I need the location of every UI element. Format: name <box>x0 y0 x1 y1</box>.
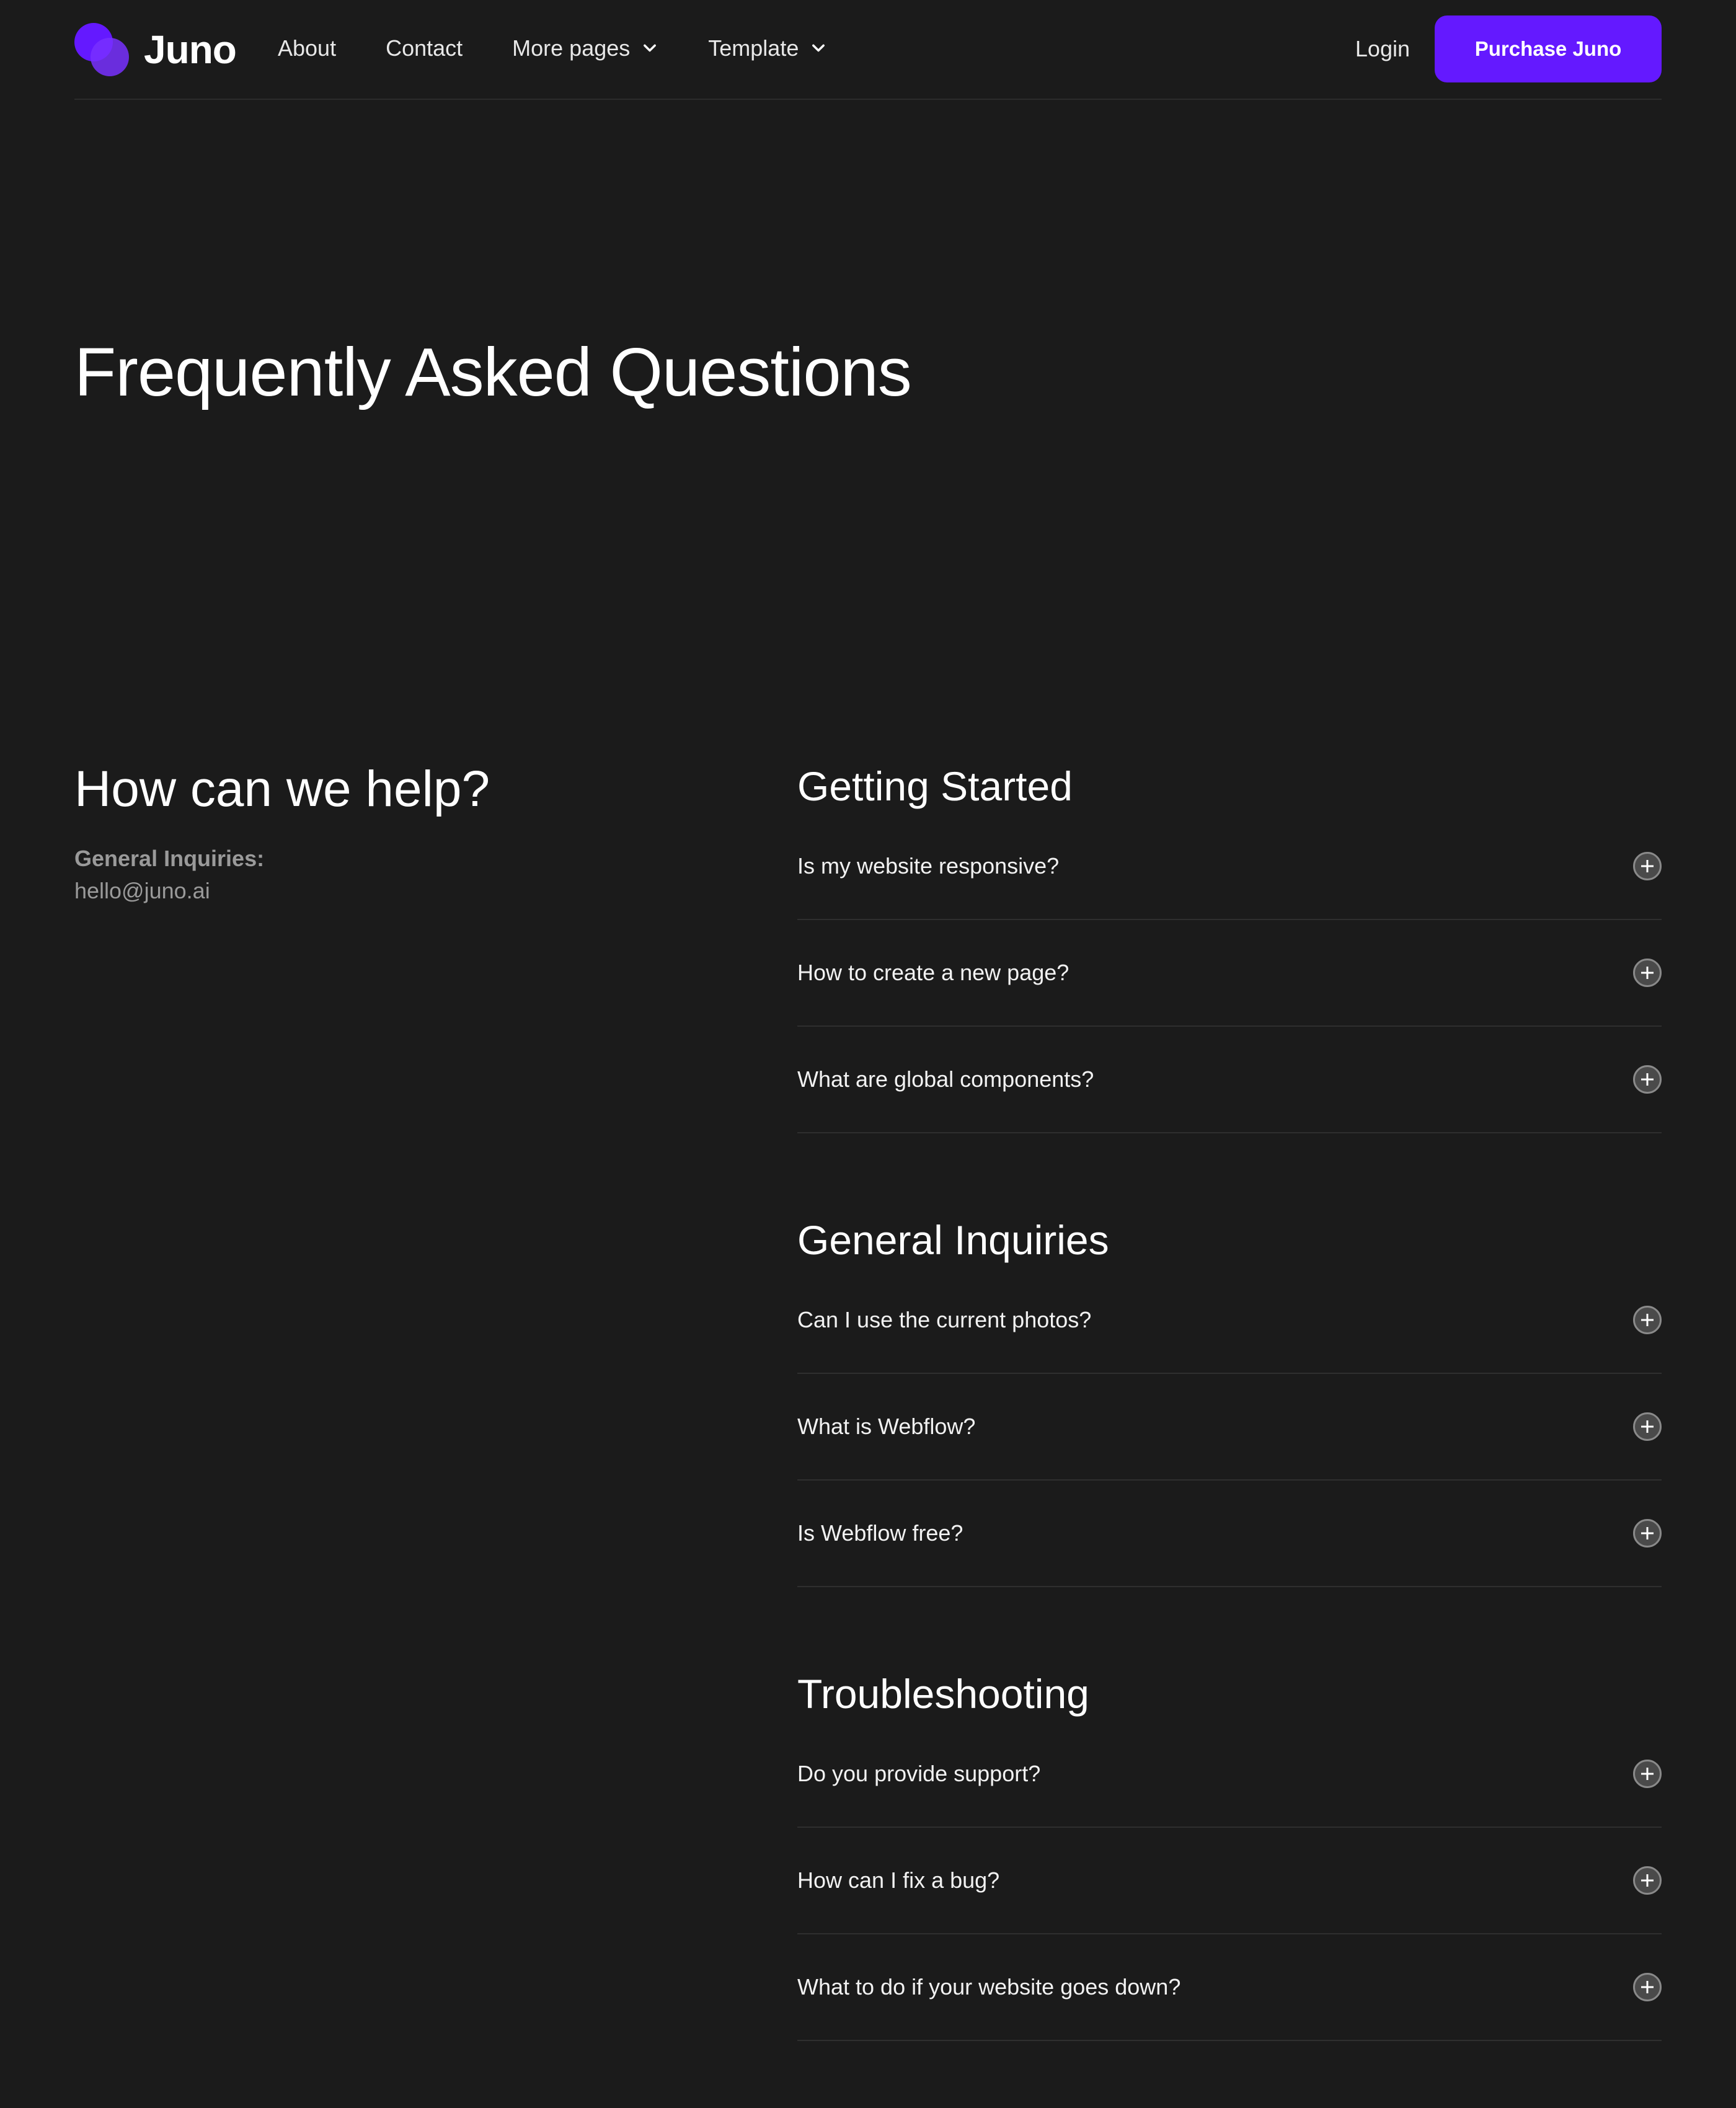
faq-question: Do you provide support? <box>797 1761 1041 1786</box>
faq-section-troubleshooting: Troubleshooting Do you provide support? … <box>797 1667 1662 2041</box>
nav-link-about[interactable]: About <box>278 35 336 61</box>
nav-dropdown-template[interactable]: Template <box>708 35 827 61</box>
brand-name: Juno <box>144 27 237 72</box>
juno-logo-icon <box>74 22 130 78</box>
faq-item[interactable]: How to create a new page? <box>797 920 1662 1027</box>
faq-section-title: General Inquiries <box>797 1217 1109 1263</box>
plus-icon[interactable] <box>1633 1866 1662 1895</box>
faq-item[interactable]: Do you provide support? <box>797 1721 1662 1828</box>
nav-link-label: Template <box>708 35 799 61</box>
contact-email-link[interactable]: hello@juno.ai <box>74 878 210 904</box>
plus-icon[interactable] <box>1633 852 1662 880</box>
faq-column: Getting Started Is my website responsive… <box>797 759 1662 2108</box>
plus-icon[interactable] <box>1633 1306 1662 1334</box>
help-heading: How can we help? <box>74 761 490 817</box>
faq-list: Is my website responsive? How to create … <box>797 813 1662 1133</box>
inquiries-label: General Inquiries: <box>74 846 265 871</box>
brand-logo[interactable]: Juno <box>74 20 237 79</box>
faq-item[interactable]: Is my website responsive? <box>797 813 1662 920</box>
chevron-down-icon <box>812 44 825 52</box>
faq-item[interactable]: What is Webflow? <box>797 1374 1662 1481</box>
faq-item[interactable]: What to do if your website goes down? <box>797 1934 1662 2041</box>
faq-list: Do you provide support? How can I fix a … <box>797 1721 1662 2041</box>
nav-link-label: About <box>278 35 337 61</box>
navbar: Juno About Contact More pages Template L… <box>74 0 1662 100</box>
plus-icon[interactable] <box>1633 1519 1662 1548</box>
plus-icon[interactable] <box>1633 1065 1662 1094</box>
faq-section-title: Getting Started <box>797 763 1073 809</box>
faq-question: What are global components? <box>797 1066 1094 1092</box>
faq-question: How to create a new page? <box>797 960 1070 985</box>
nav-dropdown-more-pages[interactable]: More pages <box>512 35 658 61</box>
faq-item[interactable]: Is Webflow free? <box>797 1481 1662 1587</box>
page: Juno About Contact More pages Template L… <box>0 0 1736 2108</box>
plus-icon[interactable] <box>1633 1973 1662 2001</box>
login-link[interactable]: Login <box>1355 36 1410 62</box>
nav-link-label: More pages <box>512 35 631 61</box>
nav-actions: Login Purchase Juno <box>1355 16 1662 82</box>
page-title: Frequently Asked Questions <box>74 334 912 410</box>
plus-icon[interactable] <box>1633 1760 1662 1788</box>
faq-section-general-inquiries: General Inquiries Can I use the current … <box>797 1213 1662 1587</box>
faq-question: What is Webflow? <box>797 1414 976 1439</box>
faq-section-title: Troubleshooting <box>797 1671 1089 1717</box>
faq-list: Can I use the current photos? What is We… <box>797 1267 1662 1587</box>
main-nav: About Contact More pages Template <box>278 0 877 97</box>
nav-link-label: Contact <box>386 35 463 61</box>
faq-question: How can I fix a bug? <box>797 1867 1000 1893</box>
plus-icon[interactable] <box>1633 1412 1662 1441</box>
purchase-button[interactable]: Purchase Juno <box>1435 16 1662 82</box>
faq-item[interactable]: Can I use the current photos? <box>797 1267 1662 1374</box>
faq-question: Can I use the current photos? <box>797 1307 1092 1332</box>
faq-section-getting-started: Getting Started Is my website responsive… <box>797 759 1662 1133</box>
faq-question: What to do if your website goes down? <box>797 1974 1181 2000</box>
faq-item[interactable]: How can I fix a bug? <box>797 1828 1662 1934</box>
faq-item[interactable]: What are global components? <box>797 1027 1662 1133</box>
faq-question: Is Webflow free? <box>797 1520 963 1546</box>
plus-icon[interactable] <box>1633 959 1662 987</box>
chevron-down-icon <box>644 44 657 52</box>
faq-question: Is my website responsive? <box>797 853 1060 879</box>
nav-link-contact[interactable]: Contact <box>386 35 463 61</box>
